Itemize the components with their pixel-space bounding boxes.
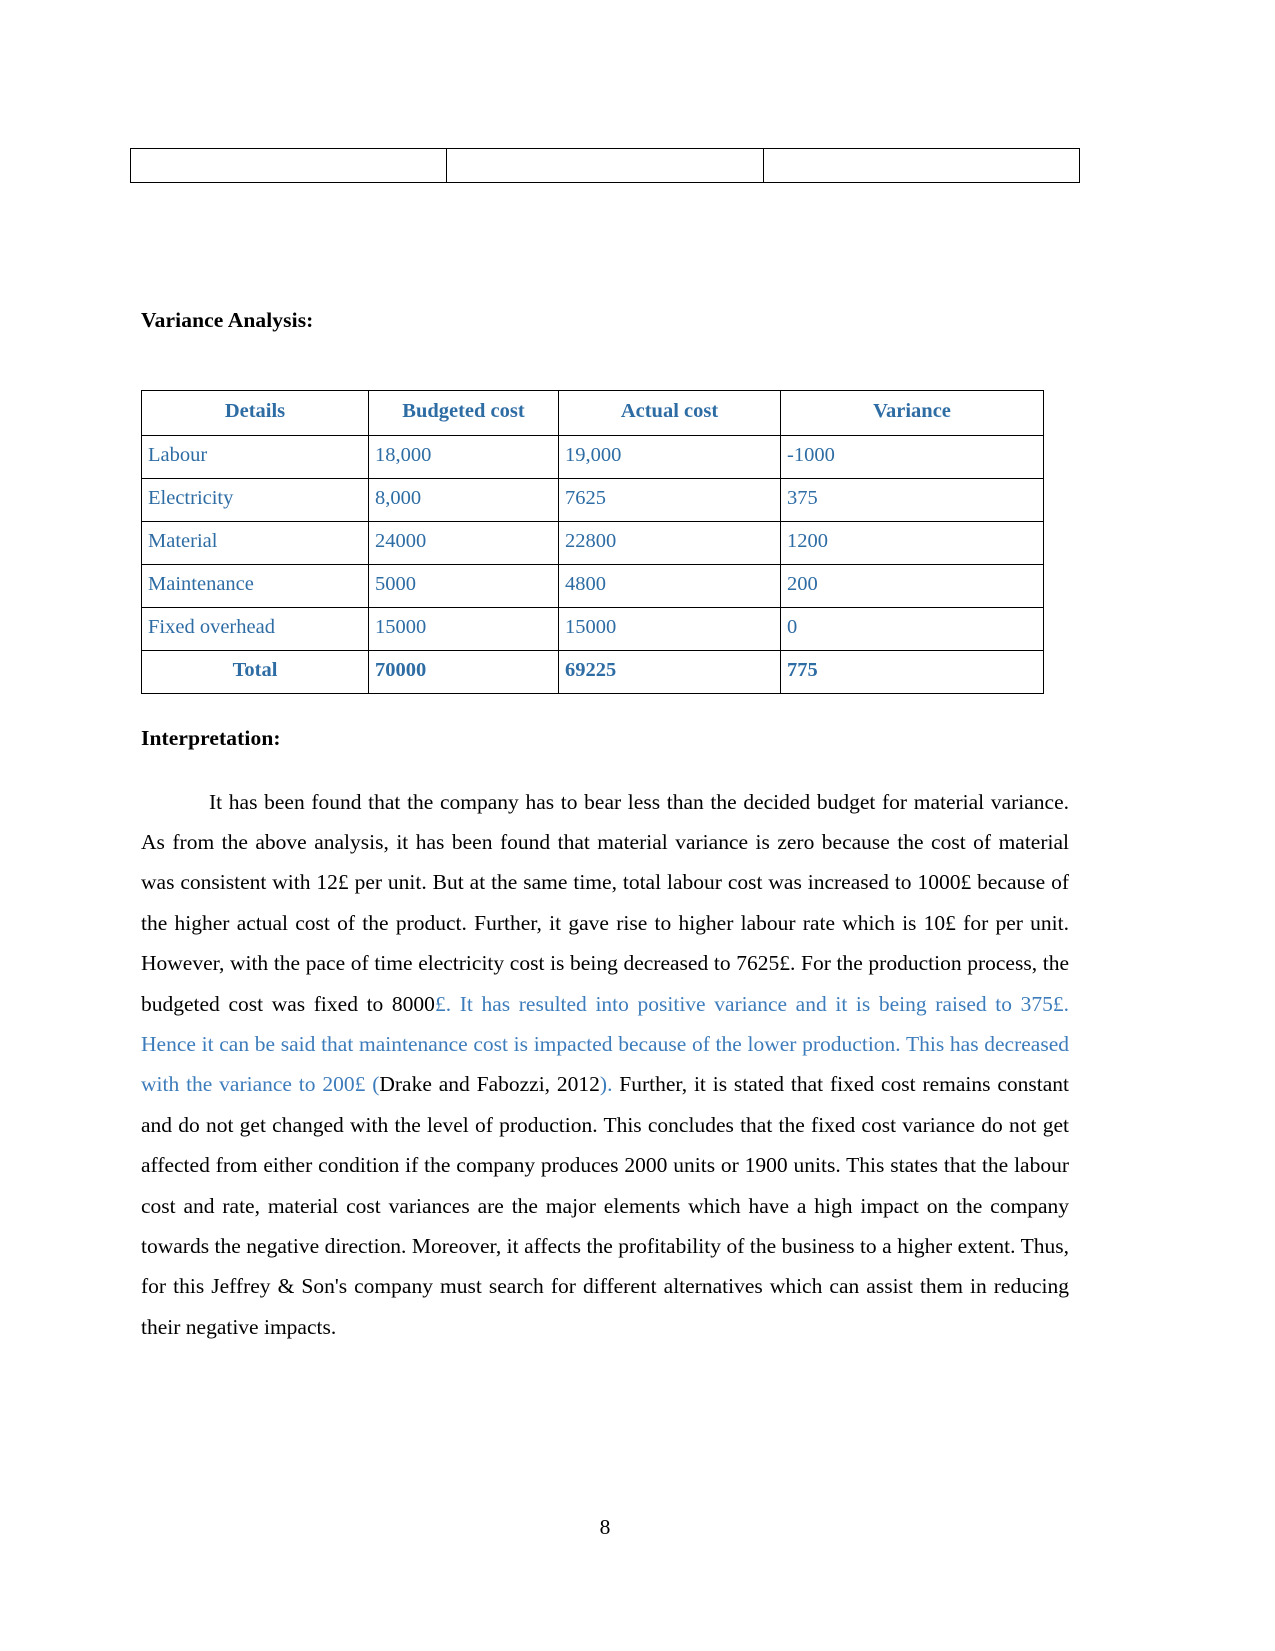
paragraph-segment-black-3: Further, it is stated that fixed cost re… xyxy=(141,1072,1070,1339)
cell-details: Maintenance xyxy=(141,564,369,608)
table-row: Labour 18,000 19,000 -1000 xyxy=(141,435,1044,479)
page-number: 8 xyxy=(599,1515,611,1539)
column-header-details: Details xyxy=(141,390,369,436)
column-header-budgeted: Budgeted cost xyxy=(368,390,559,436)
cell-total-actual: 69225 xyxy=(558,650,781,694)
cell-variance: 200 xyxy=(780,564,1044,608)
cell-variance: 375 xyxy=(780,478,1044,522)
cell-actual: 4800 xyxy=(558,564,781,608)
table-row: Electricity 8,000 7625 375 xyxy=(141,478,1044,522)
variance-table-body: Labour 18,000 19,000 -1000 Electricity 8… xyxy=(141,435,1044,694)
cell-details: Fixed overhead xyxy=(141,607,369,651)
variance-table-header: Details Budgeted cost Actual cost Varian… xyxy=(141,390,1044,436)
cell-total-variance: 775 xyxy=(780,650,1044,694)
paragraph-citation: Drake and Fabozzi, 2012 xyxy=(379,1072,600,1097)
cell-actual: 22800 xyxy=(558,521,781,565)
cell-budgeted: 8,000 xyxy=(368,478,559,522)
paragraph-segment-black-1: It has been found that the company has t… xyxy=(141,789,1069,1016)
table-total-row: Total 70000 69225 775 xyxy=(141,650,1044,694)
paragraph-segment-blue-2: ). xyxy=(599,1072,613,1097)
variance-analysis-table: Details Budgeted cost Actual cost Varian… xyxy=(141,390,1044,694)
cell-actual: 19,000 xyxy=(558,435,781,479)
cell-budgeted: 5000 xyxy=(368,564,559,608)
cell-budgeted: 18,000 xyxy=(368,435,559,479)
empty-placeholder-table xyxy=(129,148,1081,183)
table-row: Maintenance 5000 4800 200 xyxy=(141,564,1044,608)
variance-analysis-heading: Variance Analysis: xyxy=(141,308,314,332)
column-header-actual: Actual cost xyxy=(558,390,781,436)
cell-variance: 1200 xyxy=(780,521,1044,565)
cell-details: Electricity xyxy=(141,478,369,522)
table-row: Material 24000 22800 1200 xyxy=(141,521,1044,565)
cell-total-label: Total xyxy=(141,650,369,694)
empty-cell-2 xyxy=(446,148,764,183)
document-page: Variance Analysis: Details Budgeted cost… xyxy=(0,0,1275,1651)
empty-cell-1 xyxy=(129,148,448,183)
cell-total-budgeted: 70000 xyxy=(368,650,559,694)
column-header-variance: Variance xyxy=(780,390,1044,436)
empty-table-body xyxy=(129,148,1081,183)
table-row xyxy=(129,148,1081,183)
cell-budgeted: 15000 xyxy=(368,607,559,651)
table-row: Fixed overhead 15000 15000 0 xyxy=(141,607,1044,651)
interpretation-paragraph: It has been found that the company has t… xyxy=(141,782,1069,1348)
cell-details: Material xyxy=(141,521,369,565)
table-header-row: Details Budgeted cost Actual cost Varian… xyxy=(141,390,1044,436)
empty-cell-3 xyxy=(762,148,1081,183)
cell-actual: 7625 xyxy=(558,478,781,522)
cell-budgeted: 24000 xyxy=(368,521,559,565)
cell-variance: -1000 xyxy=(780,435,1044,479)
cell-actual: 15000 xyxy=(558,607,781,651)
interpretation-heading: Interpretation: xyxy=(141,726,281,750)
cell-details: Labour xyxy=(141,435,369,479)
cell-variance: 0 xyxy=(780,607,1044,651)
